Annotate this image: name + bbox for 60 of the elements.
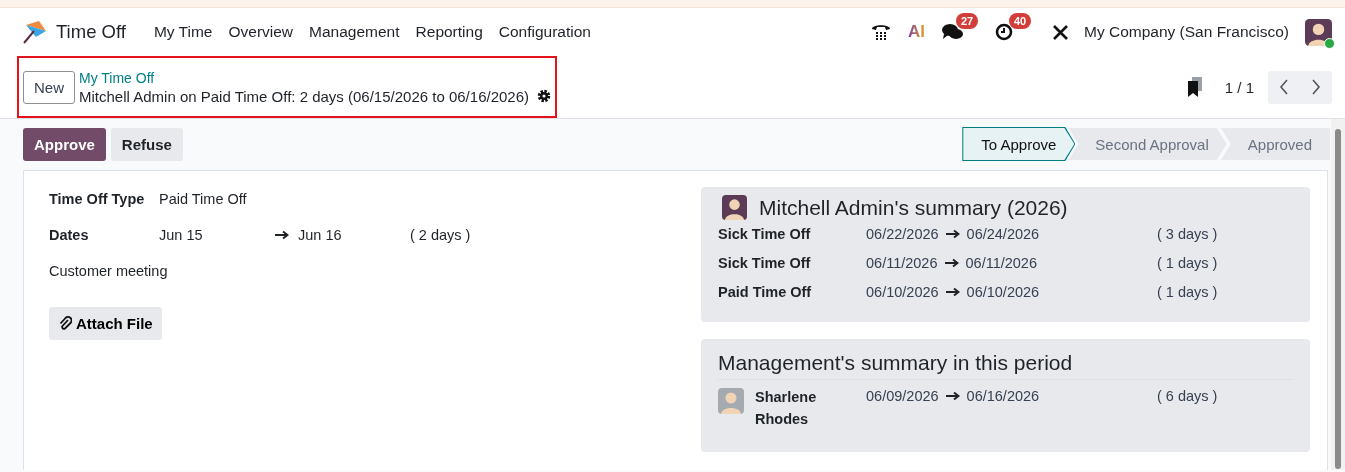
field-label: Dates xyxy=(49,227,90,243)
paperclip-icon xyxy=(58,316,72,331)
field-value[interactable]: Paid Time Off xyxy=(159,191,410,207)
arrow-icon xyxy=(945,287,960,297)
summary-title: Management's summary in this period xyxy=(718,347,1293,380)
record-title: Mitchell Admin on Paid Time Off: 2 days (06/15/2026 to 06/16/2026) xyxy=(79,87,529,105)
chevron-right-icon xyxy=(1311,79,1321,95)
company-switcher[interactable]: My Company (San Francisco) xyxy=(1084,23,1289,41)
start-date: 06/22/2026 xyxy=(866,226,939,242)
leave-type: Paid Time Off xyxy=(718,284,813,300)
end-date: 06/10/2026 xyxy=(966,284,1040,300)
end-date: 06/16/2026 xyxy=(966,388,1040,404)
arrow-icon xyxy=(945,229,960,239)
clock-icon[interactable] xyxy=(995,23,1013,41)
user-avatar[interactable] xyxy=(1305,18,1332,46)
new-button[interactable]: New xyxy=(23,70,75,104)
field-label: Time Off Type xyxy=(49,191,146,207)
chat-icon[interactable] xyxy=(942,23,964,41)
attach-file-button[interactable]: Attach File xyxy=(49,307,162,340)
duration: ( 6 days ) xyxy=(1157,388,1219,404)
leave-type: Sick Time Off xyxy=(718,255,812,271)
activity-count-badge: 40 xyxy=(1009,13,1032,29)
arrow-icon xyxy=(275,230,289,240)
status-step[interactable]: Approved xyxy=(1219,127,1331,161)
menu-item[interactable]: Configuration xyxy=(490,23,599,41)
end-date[interactable]: Jun 16 xyxy=(298,227,410,243)
pager-counter[interactable]: 1 / 1 xyxy=(1224,78,1254,96)
start-date: 06/11/2026 xyxy=(866,255,938,271)
arrow-icon xyxy=(944,258,959,268)
duration: ( 1 days ) xyxy=(1157,284,1219,300)
bookmark-icon[interactable] xyxy=(1186,77,1203,97)
menu-item[interactable]: My Time xyxy=(145,23,221,41)
settings-icon[interactable] xyxy=(537,89,551,103)
menu-item[interactable]: Overview xyxy=(220,23,302,41)
status-step[interactable]: Second Approval xyxy=(1067,127,1228,161)
status-step[interactable]: To Approve xyxy=(962,127,1076,161)
menu-item[interactable]: Management xyxy=(301,23,408,41)
approve-button[interactable]: Approve xyxy=(23,127,106,161)
refuse-button[interactable]: Refuse xyxy=(110,127,183,161)
breadcrumb-link[interactable]: My Time Off xyxy=(79,69,551,86)
employee-name: Sharlene Rhodes xyxy=(755,388,818,429)
summary-title: Mitchell Admin's summary (2026) xyxy=(759,195,1068,220)
leave-type: Sick Time Off xyxy=(718,226,812,242)
duration: ( 2 days ) xyxy=(410,227,472,243)
description-text[interactable]: Customer meeting xyxy=(49,263,168,279)
avatar xyxy=(722,195,747,220)
duration: ( 3 days ) xyxy=(1157,226,1219,242)
scrollbar[interactable] xyxy=(1331,119,1345,470)
duration: ( 1 days ) xyxy=(1157,255,1219,271)
start-date: 06/10/2026 xyxy=(866,284,939,300)
chevron-left-icon xyxy=(1279,79,1289,95)
end-date: 06/24/2026 xyxy=(966,226,1040,242)
menu-item[interactable]: Reporting xyxy=(407,23,491,41)
umbrella-logo-icon[interactable] xyxy=(22,19,48,45)
app-name[interactable]: Time Off xyxy=(56,21,126,43)
end-date: 06/11/2026 xyxy=(965,255,1037,271)
phone-icon[interactable] xyxy=(871,23,891,41)
start-date: 06/09/2026 xyxy=(866,388,939,404)
message-count-badge: 27 xyxy=(956,13,979,29)
start-date[interactable]: Jun 15 xyxy=(159,227,275,243)
